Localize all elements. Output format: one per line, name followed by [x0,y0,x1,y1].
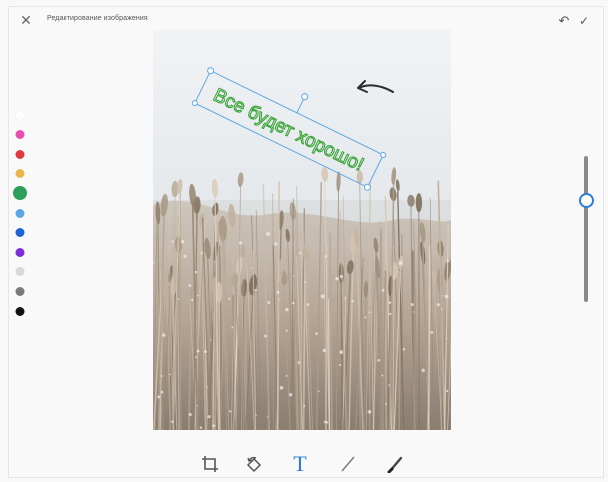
checkmark-icon[interactable]: ✓ [577,14,591,28]
size-slider[interactable] [578,156,594,302]
text-tool[interactable]: T [286,452,314,476]
line-icon[interactable] [334,452,362,476]
color-swatch-7[interactable] [15,247,25,257]
photo: Все будет хорошо! [153,30,451,430]
color-swatch-3[interactable] [15,169,25,179]
color-swatch-2[interactable] [15,149,25,159]
close-icon[interactable]: ✕ [19,13,33,27]
image-canvas[interactable]: Все будет хорошо! [153,30,451,430]
text-tool-label: T [293,451,307,476]
rotate-icon[interactable] [240,452,268,476]
color-swatch-9[interactable] [15,286,25,296]
color-swatch-6[interactable] [15,228,25,238]
crop-icon[interactable] [196,452,224,476]
tool-bar: T [190,452,420,476]
color-swatch-8[interactable] [15,267,25,277]
slider-thumb[interactable] [579,192,594,208]
brush-icon[interactable] [382,452,410,476]
color-swatch-0[interactable] [15,110,25,120]
color-swatch-10[interactable] [15,306,25,316]
color-swatch-4[interactable] [13,186,27,201]
undo-icon[interactable]: ↶ [557,14,571,28]
color-swatch-5[interactable] [15,208,25,218]
color-swatch-1[interactable] [15,130,25,140]
slider-track [584,156,588,302]
window-title: Редактирование изображения [47,15,148,22]
